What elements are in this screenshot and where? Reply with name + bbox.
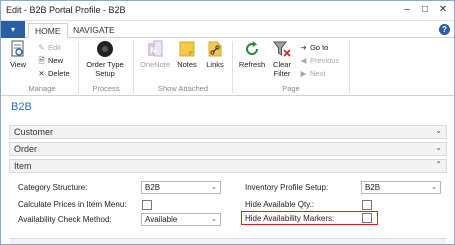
inventory-profile-select[interactable]: B2B ⌄: [361, 181, 441, 194]
section-customer[interactable]: Customer ⌄: [9, 125, 447, 139]
order-type-setup-label: Order Type Setup: [86, 60, 124, 78]
refresh-button[interactable]: Refresh: [236, 40, 268, 69]
onenote-icon: N: [146, 40, 164, 58]
ribbon-separator: [349, 41, 350, 93]
category-structure-value: B2B: [145, 183, 161, 192]
hide-available-qty-checkbox[interactable]: [362, 200, 372, 210]
chevron-down-icon: ⌄: [211, 184, 217, 191]
delete-label: Delete: [48, 69, 70, 78]
section-order-label: Order: [14, 144, 38, 154]
view-label: View: [9, 60, 27, 69]
availability-check-value: Available: [145, 215, 178, 224]
onenote-button[interactable]: N OneNote: [137, 40, 173, 69]
new-document-icon: 🗎: [38, 56, 45, 65]
ribbon-separator: [78, 41, 79, 93]
new-button[interactable]: 🗎 New: [37, 55, 63, 66]
new-label: New: [48, 56, 64, 65]
clear-filter-button[interactable]: Clear Filter: [269, 40, 295, 78]
previous-button[interactable]: ◀ Previous: [299, 55, 340, 66]
section-item-label: Item: [14, 161, 32, 171]
edit-button[interactable]: ✎ Edit: [37, 42, 61, 53]
links-button[interactable]: Links: [203, 40, 227, 69]
group-label-show-attached: Show Attached: [157, 84, 209, 93]
page-title: B2B: [11, 101, 32, 113]
edit-label: Edit: [48, 43, 61, 52]
chevron-down-icon: ⌄: [211, 216, 217, 223]
hide-availability-markers-label: Hide Availability Markers:: [245, 214, 335, 223]
order-type-setup-button[interactable]: Order Type Setup: [83, 40, 127, 78]
availability-check-select[interactable]: Available ⌄: [141, 213, 221, 226]
minimize-icon[interactable]: –: [401, 4, 413, 16]
arrow-right-icon: ➜: [300, 43, 307, 52]
next-label: Next: [310, 69, 326, 78]
delete-button[interactable]: ✕ Delete: [37, 68, 70, 79]
window-title: Edit - B2B Portal Profile - B2B: [6, 5, 126, 15]
availability-check-label: Availability Check Method:: [18, 215, 112, 224]
close-icon[interactable]: ✕: [437, 4, 449, 16]
application-menu-button[interactable]: ▾: [1, 21, 25, 38]
onenote-label: OneNote: [139, 60, 171, 69]
ribbon-separator: [133, 41, 134, 93]
help-icon[interactable]: ?: [439, 24, 450, 35]
inventory-profile-value: B2B: [365, 183, 381, 192]
notes-label: Notes: [177, 60, 197, 69]
maximize-icon[interactable]: □: [419, 4, 431, 16]
previous-label: Previous: [310, 56, 340, 65]
group-label-page: Page: [282, 84, 300, 93]
calculate-prices-checkbox[interactable]: [142, 200, 152, 210]
next-icon: ▶: [300, 69, 307, 78]
tab-navigate-label: NAVIGATE: [73, 25, 115, 35]
notes-button[interactable]: Notes: [175, 40, 199, 69]
delete-x-icon: ✕: [38, 69, 45, 78]
hide-available-qty-label: Hide Available Qty.:: [245, 200, 315, 209]
tab-home[interactable]: HOME: [28, 23, 68, 39]
chevron-down-icon: ⌄: [431, 184, 437, 191]
tab-navigate[interactable]: NAVIGATE: [67, 23, 121, 39]
pencil-icon: ✎: [38, 43, 45, 52]
svg-text:N: N: [150, 46, 157, 55]
help-glyph: ?: [442, 25, 447, 34]
go-to-label: Go to: [310, 43, 329, 52]
tab-home-label: HOME: [35, 26, 61, 36]
go-to-button[interactable]: ➜ Go to: [299, 42, 328, 53]
calculate-prices-label: Calculate Prices in Item Menu:: [18, 200, 127, 209]
section-next-partial: [9, 238, 447, 244]
links-label: Links: [206, 60, 224, 69]
section-customer-label: Customer: [14, 127, 54, 137]
title-bar: Edit - B2B Portal Profile - B2B – □ ✕: [1, 1, 454, 21]
chevron-down-icon: ▾: [10, 25, 15, 34]
view-icon: [9, 40, 27, 58]
group-label-manage: Manage: [28, 84, 56, 93]
previous-icon: ◀: [300, 56, 307, 65]
group-label-process: Process: [92, 84, 120, 93]
section-order[interactable]: Order ⌄: [9, 142, 447, 156]
hide-availability-markers-checkbox[interactable]: [362, 213, 372, 223]
chevron-up-icon: ⌃: [435, 160, 442, 169]
ribbon: View ✎ Edit 🗎 New ✕ Delete Manage Order Typ…: [1, 38, 454, 96]
clear-filter-label: Clear Filter: [273, 60, 291, 78]
refresh-icon: [243, 40, 261, 58]
category-structure-label: Category Structure:: [18, 183, 88, 192]
section-item[interactable]: Item ⌃: [9, 159, 447, 173]
ribbon-separator: [232, 41, 233, 93]
category-structure-select[interactable]: B2B ⌄: [141, 181, 221, 194]
links-icon: [206, 40, 224, 58]
view-button[interactable]: View: [7, 40, 29, 69]
chevron-down-icon: ⌄: [435, 143, 442, 152]
next-button[interactable]: ▶ Next: [299, 68, 326, 79]
refresh-label: Refresh: [238, 60, 266, 69]
chevron-down-icon: ⌄: [435, 126, 442, 135]
notes-icon: [178, 40, 196, 58]
order-type-setup-icon: [96, 40, 114, 58]
ribbon-tab-bar: ▾ HOME NAVIGATE ?: [1, 21, 454, 39]
clear-filter-icon: [273, 40, 291, 58]
inventory-profile-label: Inventory Profile Setup:: [245, 183, 329, 192]
edit-window: Edit - B2B Portal Profile - B2B – □ ✕ ▾ …: [0, 0, 455, 245]
